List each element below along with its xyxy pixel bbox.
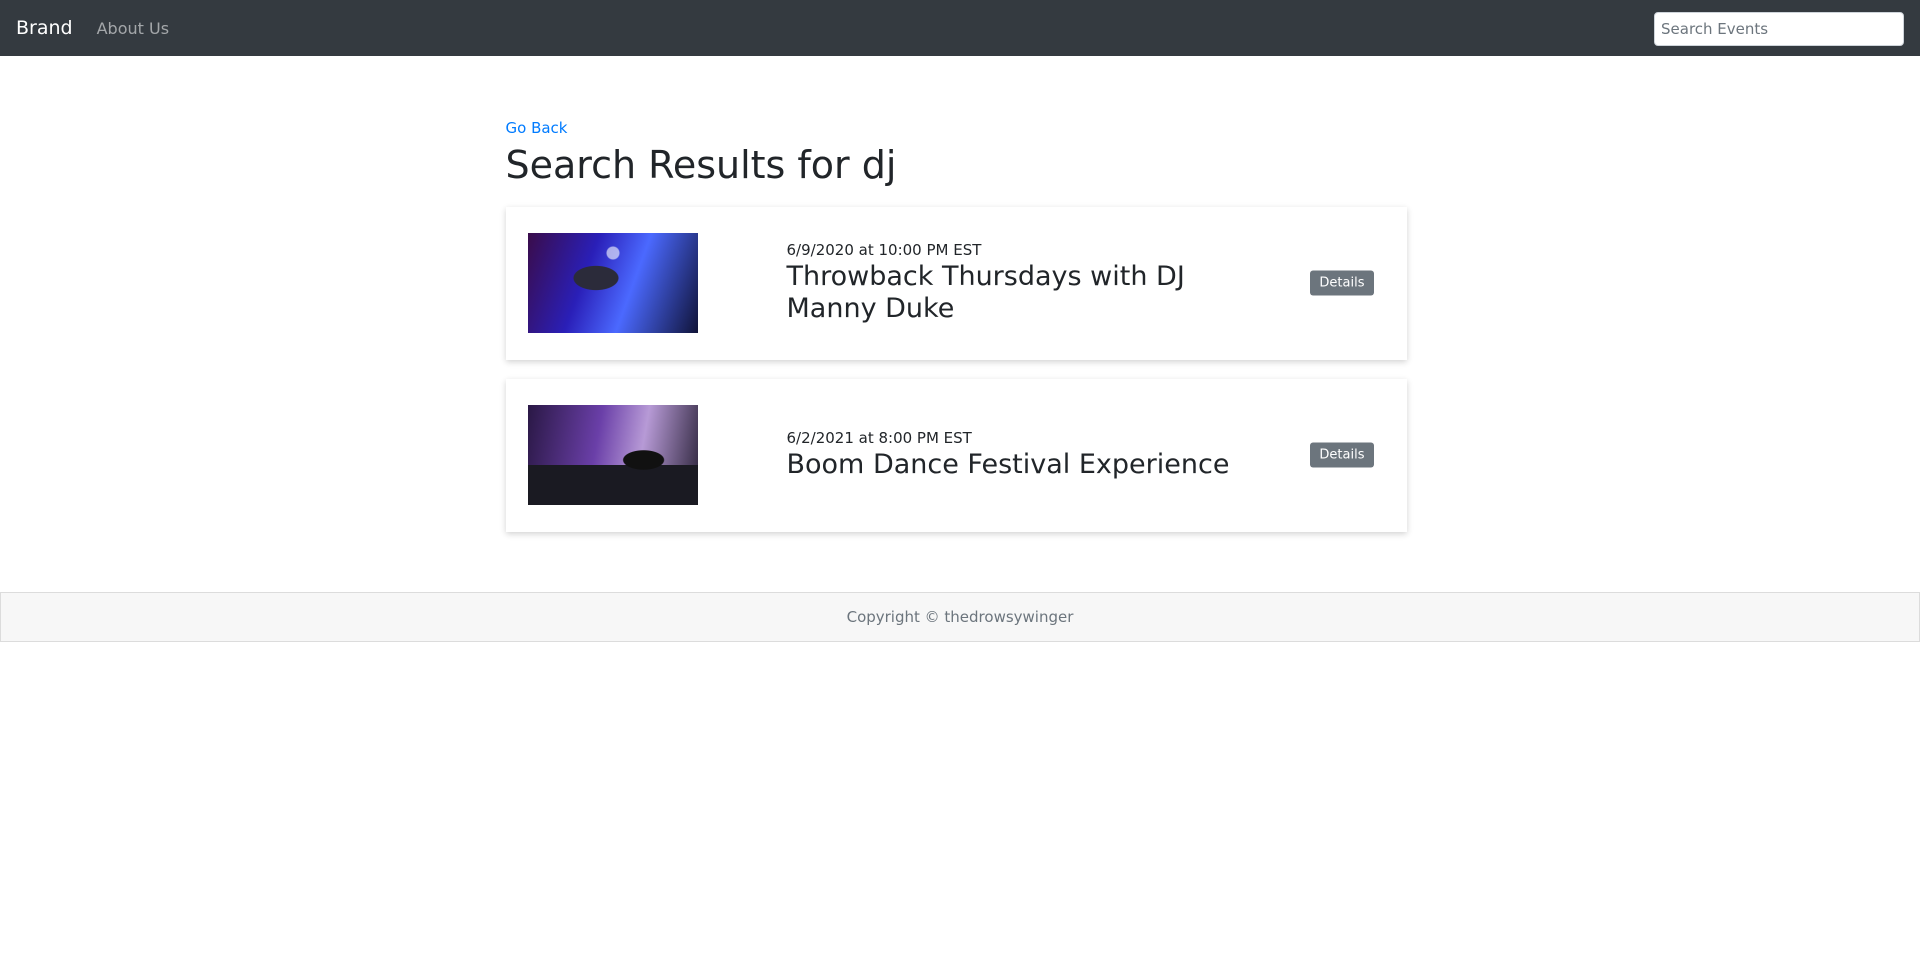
- search-input[interactable]: [1654, 12, 1904, 46]
- main-content: Go Back Search Results for dj 6/9/2020 a…: [505, 56, 1407, 532]
- page-footer: Copyright © thedrowsywinger: [0, 592, 1920, 642]
- details-button[interactable]: Details: [1310, 270, 1374, 296]
- event-info: 6/2/2021 at 8:00 PM EST Boom Dance Festi…: [787, 429, 1277, 481]
- nav-link-about-us[interactable]: About Us: [97, 19, 169, 38]
- event-image: [527, 233, 698, 334]
- event-date: 6/2/2021 at 8:00 PM EST: [786, 428, 972, 447]
- top-navbar: Brand About Us: [0, 0, 1920, 56]
- brand-link[interactable]: Brand: [16, 17, 73, 39]
- page-title: Search Results for dj: [505, 143, 897, 187]
- event-card: 6/9/2020 at 10:00 PM EST Throwback Thurs…: [505, 206, 1407, 360]
- copyright-text: Copyright © thedrowsywinger: [846, 608, 1074, 626]
- event-date: 6/9/2020 at 10:00 PM EST: [786, 240, 982, 259]
- event-card: 6/2/2021 at 8:00 PM EST Boom Dance Festi…: [505, 378, 1407, 532]
- event-image: [527, 405, 698, 506]
- event-title: Boom Dance Festival Experience: [786, 448, 1230, 480]
- event-title: Throwback Thursdays with DJ Manny Duke: [786, 260, 1185, 325]
- go-back-link[interactable]: Go Back: [506, 119, 568, 137]
- event-info: 6/9/2020 at 10:00 PM EST Throwback Thurs…: [787, 241, 1277, 326]
- details-button[interactable]: Details: [1310, 442, 1374, 468]
